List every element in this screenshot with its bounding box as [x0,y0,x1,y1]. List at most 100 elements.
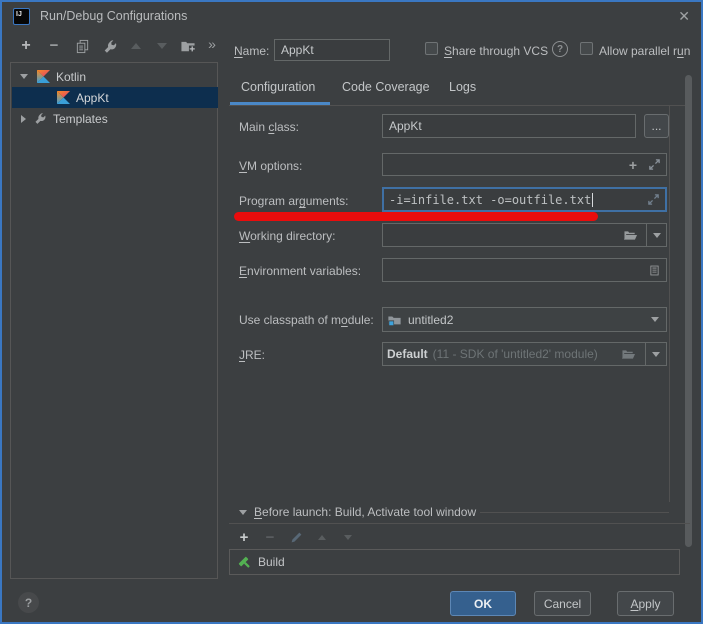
main-class-input[interactable] [382,114,636,138]
program-arguments-input[interactable]: -i=infile.txt -o=outfile.txt [382,187,667,212]
working-directory-dropdown-button[interactable] [646,223,667,247]
chevron-double-icon: » [208,36,216,52]
main-class-label: Main class: [239,120,299,134]
share-vcs-checkbox[interactable] [425,42,438,55]
run-debug-configurations-dialog: IJ Run/Debug Configurations ✕ + − » [0,0,703,624]
tab-logs[interactable]: Logs [449,80,476,94]
build-task-label: Build [258,555,285,569]
wrench-icon [103,39,118,54]
classpath-module-value: untitled2 [408,313,453,327]
tree-item-kotlin[interactable]: Kotlin [12,66,217,87]
main-class-field [382,114,636,138]
before-launch-separator [480,512,669,513]
triangle-up-icon [318,535,326,540]
move-task-down-button[interactable] [339,529,357,545]
plus-icon: + [21,38,30,54]
configurations-tree: Kotlin AppKt Templates [10,62,218,579]
list-item-build[interactable]: Build [237,555,285,570]
allow-parallel-checkbox[interactable] [580,42,593,55]
edit-task-button[interactable] [287,529,305,545]
tree-item-templates[interactable]: Templates [12,108,217,129]
working-directory-label: Working directory: [239,229,335,243]
expand-icon[interactable] [21,115,26,123]
minus-icon: − [50,39,59,53]
tree-item-label: AppKt [76,91,109,105]
panel-right-border [669,105,670,502]
remove-task-button[interactable]: − [261,529,279,545]
move-down-button[interactable] [150,35,174,57]
tab-configuration[interactable]: Configuration [241,80,315,94]
plus-icon: + [240,529,249,546]
triangle-down-icon [344,535,352,540]
close-button[interactable]: ✕ [678,9,690,23]
tree-item-label: Kotlin [56,70,86,84]
before-launch-header-border [229,523,690,524]
working-directory-field [382,223,667,247]
classpath-module-label: Use classpath of module: [239,313,374,327]
move-up-button[interactable] [124,35,148,57]
hammer-icon [237,555,252,570]
remove-configuration-button[interactable]: − [42,35,66,57]
kotlin-icon [37,70,50,83]
titlebar: IJ Run/Debug Configurations ✕ [2,2,701,30]
name-label: Name: [234,44,269,58]
browse-main-class-button[interactable]: ... [644,114,669,138]
help-icon: ? [25,596,32,610]
collapse-icon[interactable] [20,74,28,79]
chevron-down-icon [651,308,659,331]
module-icon [387,313,402,327]
minus-icon: − [266,529,275,546]
chevron-down-icon [652,352,660,357]
name-field [274,39,390,61]
environment-variables-input[interactable] [382,258,667,282]
kotlin-icon [57,91,70,104]
jre-label: JRE: [239,348,265,362]
more-actions-button[interactable]: » [200,33,224,55]
intellij-logo-icon: IJ [13,8,30,25]
add-configuration-button[interactable]: + [14,35,38,57]
cancel-button[interactable]: Cancel [534,591,591,616]
folder-icon[interactable] [618,343,638,365]
new-folder-icon [180,39,196,54]
help-icon[interactable]: ? [552,41,568,57]
triangle-up-icon [131,43,141,49]
tree-item-appkt[interactable]: AppKt [12,87,218,108]
jre-hint: (11 - SDK of 'untitled2' module) [433,347,598,361]
tab-code-coverage[interactable]: Code Coverage [342,80,430,94]
environment-variables-label: Environment variables: [239,264,361,278]
edit-defaults-button[interactable] [98,35,122,57]
vm-options-label: VM options: [239,159,302,173]
close-icon: ✕ [678,8,690,24]
add-task-button[interactable]: + [235,529,253,545]
tree-item-label: Templates [53,112,108,126]
apply-button[interactable]: Apply [617,591,674,616]
add-icon[interactable]: + [625,153,641,176]
triangle-down-icon [157,43,167,49]
jre-combobox[interactable]: Default (11 - SDK of 'untitled2' module) [382,342,667,366]
share-vcs-label: Share through VCS [444,44,548,58]
tab-content-border [229,105,692,106]
help-button[interactable]: ? [18,592,39,613]
before-launch-title: Before launch: Build, Activate tool wind… [254,505,476,519]
move-task-up-button[interactable] [313,529,331,545]
allow-parallel-label: Allow parallel run [599,44,690,58]
folder-icon[interactable] [620,223,640,247]
wrench-icon [34,112,47,125]
before-launch-collapse-icon[interactable] [239,510,247,515]
classpath-module-combobox[interactable]: untitled2 [382,307,667,332]
name-input[interactable] [274,39,390,61]
vm-options-field: + [382,153,667,176]
copy-configuration-button[interactable] [70,35,94,57]
red-underline-annotation [234,212,598,221]
environment-variables-field [382,258,667,282]
expand-field-icon[interactable] [645,189,661,210]
copy-icon [75,39,90,54]
expand-field-icon[interactable] [646,153,662,176]
list-editor-icon[interactable] [646,258,662,282]
jre-dropdown-button[interactable] [645,343,666,365]
pencil-icon [290,531,303,544]
ok-button[interactable]: OK [450,591,516,616]
create-folder-button[interactable] [176,35,200,57]
vertical-scrollbar[interactable] [685,75,692,547]
program-arguments-value: -i=infile.txt -o=outfile.txt [389,193,591,207]
